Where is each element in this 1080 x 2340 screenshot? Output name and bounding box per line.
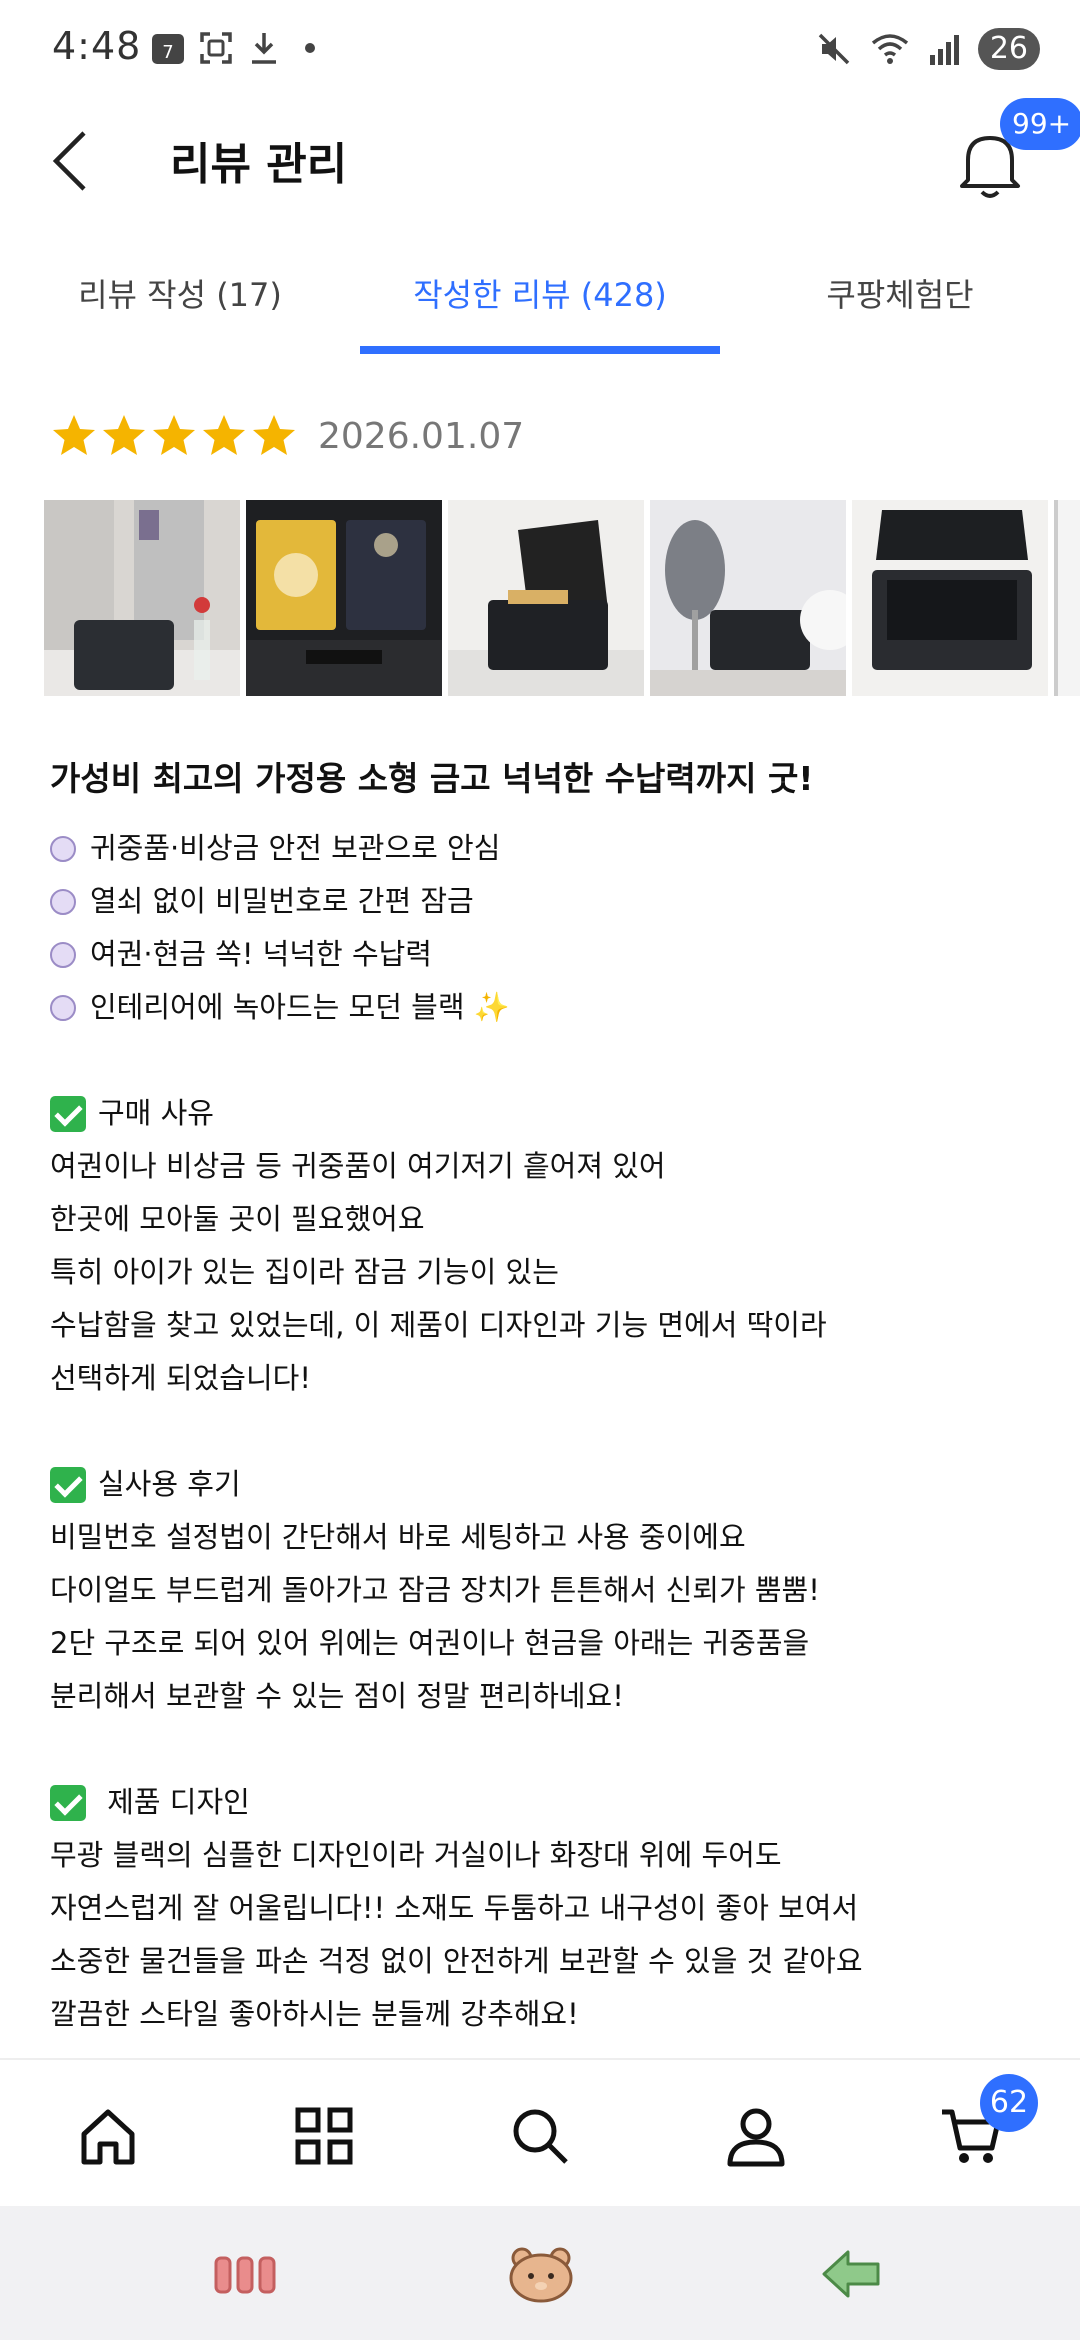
star-icon bbox=[253, 415, 295, 455]
circle-bullet-icon bbox=[50, 941, 76, 968]
mute-icon bbox=[818, 33, 850, 65]
back-arrow-icon bbox=[822, 2250, 880, 2298]
photo-safe-on-vanity bbox=[650, 500, 846, 696]
body-line: 2단 구조로 되어 있어 위에는 여권이나 현금을 아래는 귀중품을 bbox=[50, 1626, 810, 1660]
header: 리뷰 관리 bbox=[0, 100, 1080, 220]
photo-safe-interior bbox=[246, 500, 442, 696]
star-rating bbox=[50, 412, 300, 460]
review-photos bbox=[44, 500, 1080, 696]
status-time: 4:48 bbox=[52, 24, 142, 68]
battery-indicator: 26 bbox=[977, 28, 1040, 70]
star-icon bbox=[203, 415, 245, 455]
body-line: 한곳에 모아둘 곳이 필요했어요 bbox=[50, 1202, 425, 1236]
review-title: 가성비 최고의 가정용 소형 금고 넉넉한 수납력까지 굿! bbox=[50, 759, 814, 798]
tab-written-reviews[interactable]: 작성한 리뷰 (428) bbox=[360, 240, 720, 356]
nav-profile-button[interactable] bbox=[720, 2100, 792, 2172]
wifi-icon bbox=[871, 34, 908, 64]
bear-face-icon bbox=[509, 2247, 573, 2303]
calendar-icon: 7 bbox=[152, 34, 184, 64]
recent-apps-icon bbox=[214, 2256, 276, 2294]
tab-write-review[interactable]: 리뷰 작성 (17) bbox=[0, 240, 360, 356]
body-line: 수납함을 찾고 있었는데, 이 제품이 디자인과 기능 면에서 딱이라 bbox=[50, 1308, 827, 1342]
nav-search-button[interactable] bbox=[504, 2100, 576, 2172]
body-line: 여권이나 비상금 등 귀중품이 여기저기 흩어져 있어 bbox=[50, 1149, 666, 1183]
active-tab-indicator bbox=[360, 346, 720, 354]
bullet-item: 여권·현금 쏙! 넉넉한 수납력 bbox=[50, 928, 1050, 981]
body-line: 비밀번호 설정법이 간단해서 바로 세팅하고 사용 중이에요 bbox=[50, 1520, 746, 1554]
back-nav-button[interactable] bbox=[818, 2244, 888, 2304]
tab-coupang-trial[interactable]: 쿠팡체험단 bbox=[720, 240, 1080, 356]
section-heading: 실사용 후기 bbox=[50, 1458, 1050, 1511]
review-photo-3[interactable] bbox=[448, 500, 644, 696]
bottom-nav bbox=[0, 2058, 1080, 2206]
home-icon bbox=[81, 2109, 135, 2165]
body-line: 선택하게 되었습니다! bbox=[50, 1361, 311, 1395]
body-line: 다이얼도 부드럽게 돌아가고 잠금 장치가 튼튼해서 신뢰가 뿜뿜! bbox=[50, 1573, 820, 1607]
photo-safe-open bbox=[448, 500, 644, 696]
signal-icon bbox=[929, 35, 959, 65]
bullet-item: 귀중품·비상금 안전 보관으로 안심 bbox=[50, 822, 1050, 875]
status-bar: 4:48 7 26 bbox=[0, 0, 1080, 100]
page-title: 리뷰 관리 bbox=[170, 139, 348, 190]
status-right: 26 bbox=[816, 28, 1040, 70]
nav-home-button[interactable] bbox=[72, 2100, 144, 2172]
review-date: 2026.01.07 bbox=[318, 415, 525, 457]
chevron-left-icon bbox=[52, 131, 86, 191]
review-photo-more[interactable] bbox=[1054, 500, 1080, 696]
back-button[interactable] bbox=[40, 116, 100, 206]
star-icon bbox=[53, 415, 95, 455]
screenshot-icon bbox=[200, 32, 232, 64]
recent-apps-button[interactable] bbox=[210, 2244, 280, 2304]
search-icon bbox=[513, 2109, 568, 2164]
section-heading: 구매 사유 bbox=[50, 1087, 1050, 1140]
bullet-item: 인테리어에 녹아드는 모던 블랙 ✨ bbox=[50, 981, 1050, 1034]
body-line: 분리해서 보관할 수 있는 점이 정말 편리하네요! bbox=[50, 1679, 624, 1713]
notification-badge: 99+ bbox=[1000, 98, 1080, 150]
circle-bullet-icon bbox=[50, 835, 76, 862]
circle-bullet-icon bbox=[50, 994, 76, 1021]
review-photo-2[interactable] bbox=[246, 500, 442, 696]
review-body: 귀중품·비상금 안전 보관으로 안심 열쇠 없이 비밀번호로 간편 잠금 여권·… bbox=[50, 822, 1050, 2041]
star-icon bbox=[103, 415, 145, 455]
photo-safe-in-kitchen bbox=[44, 500, 240, 696]
body-line: 깔끔한 스타일 좋아하시는 분들께 강추해요! bbox=[50, 1997, 579, 2031]
download-icon bbox=[252, 33, 276, 64]
body-line: 자연스럽게 잘 어울립니다!! 소재도 두툼하고 내구성이 좋아 보여서 bbox=[50, 1891, 859, 1925]
dot-icon bbox=[305, 43, 315, 53]
body-line: 무광 블랙의 심플한 디자인이라 거실이나 화장대 위에 두어도 bbox=[50, 1838, 782, 1872]
system-nav-bar bbox=[0, 2206, 1080, 2340]
star-icon bbox=[153, 415, 195, 455]
photo-safe-tray bbox=[852, 500, 1048, 696]
section-heading: 제품 디자인 bbox=[50, 1776, 1050, 1829]
profile-icon bbox=[727, 2108, 785, 2167]
home-nav-button[interactable] bbox=[506, 2244, 576, 2304]
nav-categories-button[interactable] bbox=[288, 2100, 360, 2172]
rating-row: 2026.01.07 bbox=[50, 412, 524, 460]
review-photo-4[interactable] bbox=[650, 500, 846, 696]
check-mark-icon bbox=[50, 1784, 86, 1821]
svg-text:7: 7 bbox=[162, 42, 173, 63]
circle-bullet-icon bbox=[50, 888, 76, 915]
check-mark-icon bbox=[50, 1095, 86, 1132]
review-tabs: 리뷰 작성 (17) 작성한 리뷰 (428) 쿠팡체험단 bbox=[0, 240, 1080, 356]
cart-badge: 62 bbox=[980, 2074, 1038, 2132]
photo-partial bbox=[1054, 500, 1080, 696]
categories-icon bbox=[295, 2107, 353, 2165]
review-photo-5[interactable] bbox=[852, 500, 1048, 696]
review-photo-1[interactable] bbox=[44, 500, 240, 696]
body-line: 특히 아이가 있는 집이라 잠금 기능이 있는 bbox=[50, 1255, 559, 1289]
body-line: 소중한 물건들을 파손 걱정 없이 안전하게 보관할 수 있을 것 같아요 bbox=[50, 1944, 863, 1978]
check-mark-icon bbox=[50, 1466, 86, 1503]
bullet-item: 열쇠 없이 비밀번호로 간편 잠금 bbox=[50, 875, 1050, 928]
